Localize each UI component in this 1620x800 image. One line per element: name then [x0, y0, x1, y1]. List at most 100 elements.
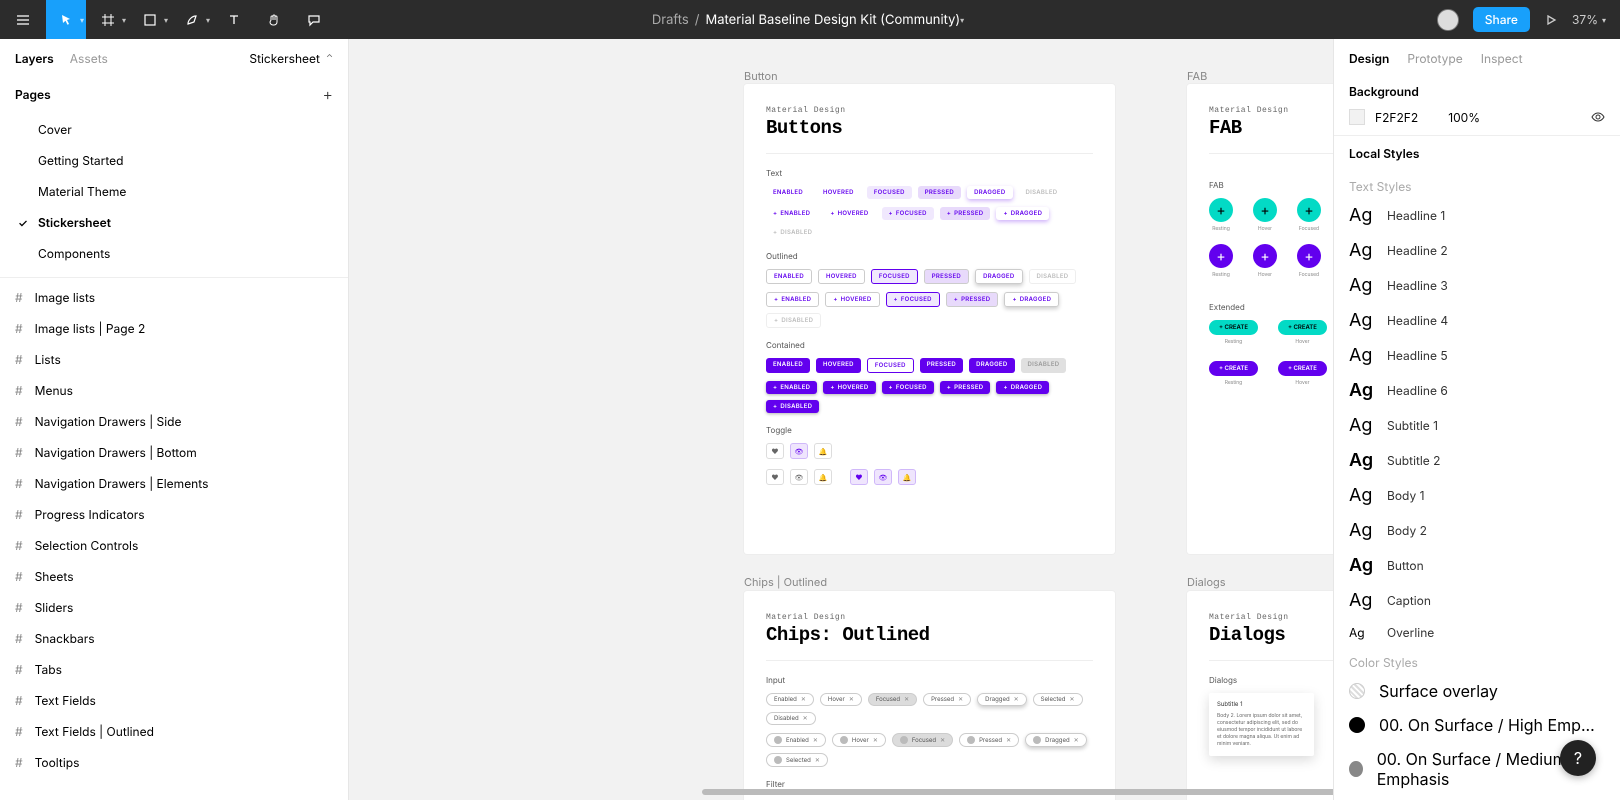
page-item[interactable]: Stickersheet	[0, 207, 348, 238]
share-button[interactable]: Share	[1473, 7, 1530, 32]
text-style-item[interactable]: AgHeadline 6	[1334, 373, 1620, 408]
frame-dialogs[interactable]: Material Design Dialogs Dialogs Subtitle…	[1187, 591, 1333, 800]
fab-button: +	[1209, 244, 1233, 268]
color-style-item[interactable]: 00. On Surface / High Emp...	[1334, 708, 1620, 742]
layer-item[interactable]: #Image lists	[0, 282, 348, 313]
frame-button[interactable]: Material Design Buttons Text ENABLEDHOVE…	[744, 84, 1115, 554]
text-style-item[interactable]: AgHeadline 2	[1334, 233, 1620, 268]
text-style-item[interactable]: AgHeadline 3	[1334, 268, 1620, 303]
toggle-heart-icon[interactable]: ♥	[850, 469, 868, 485]
canvas-horizontal-scrollbar[interactable]	[702, 789, 1333, 795]
avatar[interactable]	[1437, 9, 1459, 31]
layer-item[interactable]: #Tooltips	[0, 747, 348, 778]
prototype-tab[interactable]: Prototype	[1407, 51, 1462, 66]
move-tool-chevron[interactable]: ▾	[80, 15, 84, 25]
canvas[interactable]: Button Material Design Buttons Text ENAB…	[349, 39, 1333, 800]
page-selector[interactable]: Stickersheet	[249, 51, 320, 66]
page-item[interactable]: Material Theme	[0, 176, 348, 207]
toggle-heart-icon[interactable]: ♥	[766, 469, 784, 485]
fab-button: +	[1297, 244, 1321, 268]
toggle-eye-icon[interactable]: 👁	[790, 443, 808, 459]
text-style-item[interactable]: AgButton	[1334, 548, 1620, 583]
pen-tool-chevron[interactable]: ▾	[206, 15, 210, 25]
text-style-item[interactable]: AgHeadline 4	[1334, 303, 1620, 338]
text-style-item[interactable]: AgBody 1	[1334, 478, 1620, 513]
zoom-control[interactable]: 37%▾	[1572, 12, 1606, 27]
breadcrumb-parent[interactable]: Drafts	[652, 12, 689, 28]
main-menu-button[interactable]	[0, 0, 46, 39]
toggle-heart-icon[interactable]: ♥	[766, 443, 784, 459]
layer-item[interactable]: #Lists	[0, 344, 348, 375]
frame-icon: #	[15, 383, 23, 398]
button-state-chip: DISABLED	[1029, 269, 1077, 284]
text-tool[interactable]	[214, 0, 254, 39]
color-style-item[interactable]: Surface overlay	[1334, 674, 1620, 708]
button-state-chip: DRAGGED	[975, 269, 1022, 284]
design-tab[interactable]: Design	[1349, 51, 1389, 66]
text-style-item[interactable]: AgOverline	[1334, 618, 1620, 647]
layer-item[interactable]: #Image lists | Page 2	[0, 313, 348, 344]
shape-tool-chevron[interactable]: ▾	[164, 15, 168, 25]
text-style-item[interactable]: AgHeadline 5	[1334, 338, 1620, 373]
background-swatch[interactable]	[1349, 109, 1365, 125]
layer-item[interactable]: #Sheets	[0, 561, 348, 592]
layer-item[interactable]: #Menus	[0, 375, 348, 406]
add-page-button[interactable]: +	[323, 84, 333, 104]
page-item[interactable]: Cover	[0, 114, 348, 145]
frame-label-fab[interactable]: FAB	[1187, 69, 1207, 83]
hand-tool[interactable]	[254, 0, 294, 39]
layer-item[interactable]: #Text Fields	[0, 685, 348, 716]
layer-item[interactable]: #Navigation Drawers | Side	[0, 406, 348, 437]
layer-item[interactable]: #Sliders	[0, 592, 348, 623]
button-state-chip: PRESSED	[946, 292, 999, 307]
file-title[interactable]: Material Baseline Design Kit (Community)	[705, 12, 960, 28]
extended-fab: + CREATE	[1209, 320, 1258, 335]
chip: Hover✕	[832, 733, 886, 747]
page-item[interactable]: Components	[0, 238, 348, 269]
dialog-preview: Subtitle 1 Body 2. Lorem ipsum dolor sit…	[1209, 693, 1314, 756]
frame-label-chips[interactable]: Chips | Outlined	[744, 575, 827, 589]
assets-tab[interactable]: Assets	[70, 51, 108, 66]
present-button[interactable]	[1544, 13, 1558, 27]
toggle-bell-icon[interactable]: 🔔	[814, 443, 832, 459]
background-opacity[interactable]: 100%	[1448, 110, 1480, 125]
button-state-chip: PRESSED	[940, 207, 991, 220]
visibility-icon[interactable]	[1591, 110, 1605, 124]
help-button[interactable]: ?	[1560, 740, 1596, 776]
frame-icon: #	[15, 414, 23, 429]
toggle-eye-icon[interactable]: 👁	[790, 469, 808, 485]
frame-chips[interactable]: Material Design Chips: Outlined Input En…	[744, 591, 1115, 800]
toggle-eye-icon[interactable]: 👁	[874, 469, 892, 485]
toggle-bell-icon[interactable]: 🔔	[814, 469, 832, 485]
toggle-bell-icon[interactable]: 🔔	[898, 469, 916, 485]
chip: Dragged✕	[977, 693, 1027, 706]
layer-item[interactable]: #Snackbars	[0, 623, 348, 654]
layer-item[interactable]: #Text Fields | Outlined	[0, 716, 348, 747]
file-title-chevron[interactable]: ▾	[960, 15, 964, 25]
inspect-tab[interactable]: Inspect	[1481, 51, 1523, 66]
layer-item[interactable]: #Progress Indicators	[0, 499, 348, 530]
frame-tool-chevron[interactable]: ▾	[122, 15, 126, 25]
background-label: Background	[1349, 84, 1605, 99]
frame-fab[interactable]: Material Design FAB FAB +Resting+Hover+F…	[1187, 84, 1333, 554]
fab-button: +	[1297, 198, 1321, 222]
breadcrumb[interactable]: Drafts / Material Baseline Design Kit (C…	[652, 12, 968, 28]
layer-item[interactable]: #Navigation Drawers | Bottom	[0, 437, 348, 468]
layers-tab[interactable]: Layers	[15, 51, 54, 66]
text-style-item[interactable]: AgBody 2	[1334, 513, 1620, 548]
frame-icon: #	[15, 724, 23, 739]
comment-tool[interactable]	[294, 0, 334, 39]
layer-item[interactable]: #Tabs	[0, 654, 348, 685]
frame-label-dialogs[interactable]: Dialogs	[1187, 575, 1226, 589]
text-style-item[interactable]: AgSubtitle 2	[1334, 443, 1620, 478]
layer-item[interactable]: #Navigation Drawers | Elements	[0, 468, 348, 499]
page-selector-chevron[interactable]: ⌃	[326, 53, 333, 64]
frame-label-button[interactable]: Button	[744, 69, 778, 83]
text-style-item[interactable]: AgHeadline 1	[1334, 198, 1620, 233]
page-item[interactable]: Getting Started	[0, 145, 348, 176]
text-style-item[interactable]: AgSubtitle 1	[1334, 408, 1620, 443]
background-hex[interactable]: F2F2F2	[1375, 110, 1418, 125]
button-state-chip: DRAGGED	[1004, 292, 1059, 307]
layer-item[interactable]: #Selection Controls	[0, 530, 348, 561]
text-style-item[interactable]: AgCaption	[1334, 583, 1620, 618]
